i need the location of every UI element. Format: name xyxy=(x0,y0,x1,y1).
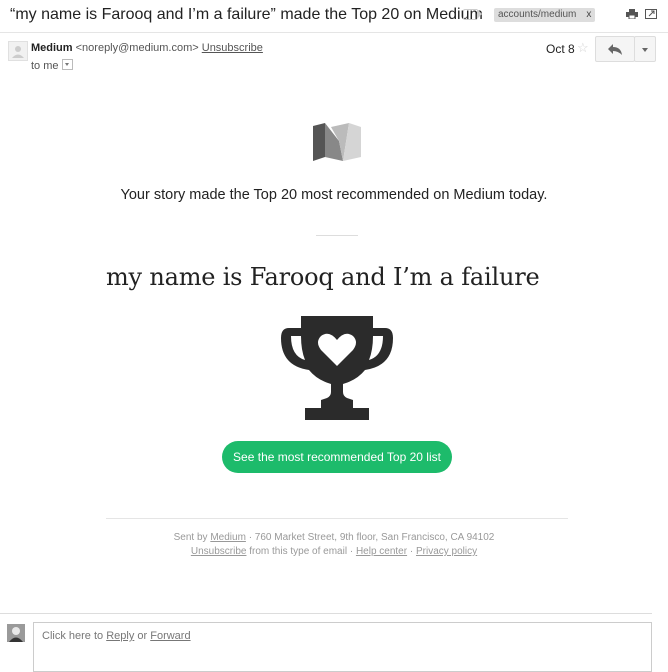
label-remove-button[interactable]: x xyxy=(586,9,591,20)
footer-privacy-link[interactable]: Privacy policy xyxy=(416,546,477,557)
forward-link[interactable]: Forward xyxy=(150,630,190,642)
footer-divider xyxy=(106,518,568,519)
popout-icon[interactable] xyxy=(645,9,657,19)
sender-avatar xyxy=(8,41,28,61)
reply-button[interactable] xyxy=(595,36,635,62)
footer-line-1: Sent by Medium · 760 Market Street, 9th … xyxy=(0,532,668,543)
see-top20-button[interactable]: See the most recommended Top 20 list xyxy=(222,441,452,473)
divider xyxy=(316,235,358,236)
label-icon[interactable] xyxy=(463,9,482,20)
footer-medium-link[interactable]: Medium xyxy=(210,532,246,543)
email-date: Oct 8 xyxy=(546,42,575,56)
footer-help-link[interactable]: Help center xyxy=(356,546,407,557)
reply-divider xyxy=(0,613,652,614)
details-dropdown-icon[interactable] xyxy=(61,59,73,70)
reply-prompt-prefix: Click here to xyxy=(42,630,104,642)
header-divider xyxy=(0,32,668,33)
label-tag-text: accounts/medium xyxy=(498,9,577,20)
reply-prompt: Click here to Reply or Forward xyxy=(42,630,191,642)
trophy-heart-icon xyxy=(281,316,393,420)
print-icon[interactable] xyxy=(626,9,638,19)
email-subject: “my name is Farooq and I’m a failure” ma… xyxy=(10,6,483,23)
recipient-text: to me xyxy=(31,60,59,72)
reply-link[interactable]: Reply xyxy=(106,630,134,642)
star-icon[interactable]: ☆ xyxy=(577,40,589,56)
more-options-button[interactable] xyxy=(634,36,656,62)
medium-logo-icon xyxy=(313,123,361,161)
tagline: Your story made the Top 20 most recommen… xyxy=(120,187,548,203)
sender-name[interactable]: Medium xyxy=(31,42,73,54)
user-avatar xyxy=(7,624,25,642)
footer-address: · 760 Market Street, 9th floor, San Fran… xyxy=(248,532,495,543)
sender-line: Medium <noreply@medium.com> Unsubscribe xyxy=(31,42,263,54)
person-icon xyxy=(12,46,24,58)
footer-line-2: Unsubscribe from this type of email · He… xyxy=(0,546,668,557)
reply-icon xyxy=(608,44,622,55)
footer-from-type: from this type of email · xyxy=(249,546,354,557)
recipient-line: to me xyxy=(31,59,73,72)
unsubscribe-link[interactable]: Unsubscribe xyxy=(202,42,263,54)
reply-prompt-or: or xyxy=(137,630,148,642)
sender-email: <noreply@medium.com> xyxy=(75,42,199,54)
footer-separator: · xyxy=(409,546,414,557)
story-title[interactable]: my name is Farooq and I’m a failure xyxy=(106,263,540,291)
user-photo-icon xyxy=(7,624,25,642)
subject-bar: “my name is Farooq and I’m a failure” ma… xyxy=(0,0,668,32)
footer-unsubscribe-link[interactable]: Unsubscribe xyxy=(191,546,247,557)
footer-sent-by: Sent by xyxy=(173,532,208,543)
label-tag[interactable]: accounts/medium x xyxy=(494,8,596,22)
